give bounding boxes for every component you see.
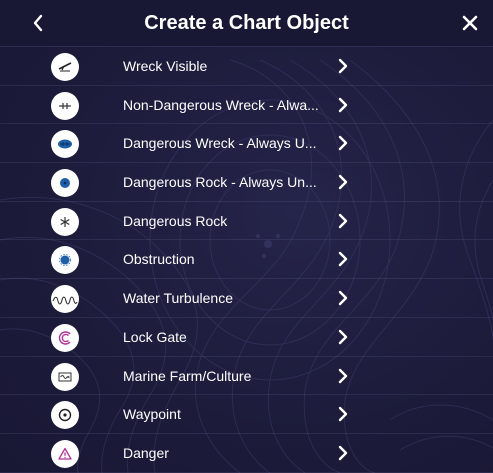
marine-farm-icon (51, 362, 79, 391)
list-item-label: Lock Gate (123, 328, 187, 345)
list-item-dangerous-rock[interactable]: Dangerous Rock (0, 202, 493, 241)
dangerous-rock-icon (51, 207, 79, 236)
list-item-label: Water Turbulence (123, 290, 233, 307)
chevron-right-icon (338, 213, 348, 228)
list-item-label: Marine Farm/Culture (123, 367, 252, 384)
list-item-label: Dangerous Rock (123, 212, 228, 229)
list-item-label: Danger (123, 444, 169, 461)
wreck-visible-icon (51, 53, 79, 81)
close-button[interactable] (450, 0, 490, 46)
lock-gate-icon (51, 323, 79, 352)
close-icon (462, 15, 478, 31)
list-item-non-dangerous-wreck[interactable]: Non-Dangerous Wreck - Alwa... (0, 86, 493, 125)
chevron-right-icon (338, 329, 348, 345)
water-turbulence-icon (51, 285, 79, 314)
list-item-wreck-visible[interactable]: Wreck Visible (0, 47, 493, 86)
list-item-label: Waypoint (123, 406, 181, 423)
obstruction-icon (51, 246, 79, 275)
list-item-danger[interactable]: Danger (0, 434, 493, 473)
dangerous-rock-underwater-icon (51, 169, 79, 198)
list-item-label: Non-Dangerous Wreck - Alwa... (123, 96, 319, 113)
page-title: Create a Chart Object (144, 12, 349, 34)
list-item-obstruction[interactable]: Obstruction (0, 240, 493, 280)
danger-icon (51, 439, 79, 468)
header-bar: Create a Chart Object (0, 0, 493, 47)
chevron-right-icon (338, 58, 348, 74)
chevron-right-icon (338, 290, 348, 306)
list-item-marine-farm[interactable]: Marine Farm/Culture (0, 357, 493, 396)
non-dangerous-wreck-icon (51, 91, 79, 120)
list-item-label: Obstruction (123, 251, 195, 268)
chevron-right-icon (338, 136, 348, 151)
chevron-right-icon (338, 368, 348, 383)
list-item-dangerous-rock-underwater[interactable]: Dangerous Rock - Always Un... (0, 163, 493, 202)
chevron-right-icon (338, 445, 348, 461)
list-item-label: Dangerous Rock - Always Un... (123, 174, 317, 191)
list-item-label: Wreck Visible (123, 58, 208, 74)
waypoint-icon (51, 401, 79, 430)
list-item-dangerous-wreck[interactable]: Dangerous Wreck - Always U... (0, 124, 493, 164)
list-item-lock-gate[interactable]: Lock Gate (0, 318, 493, 357)
chevron-right-icon (338, 252, 348, 267)
list-item-label: Dangerous Wreck - Always U... (123, 135, 317, 152)
chart-object-list: Wreck Visible Non-Dangerous Wreck - Alwa… (0, 47, 493, 473)
list-item-water-turbulence[interactable]: Water Turbulence (0, 279, 493, 318)
chevron-right-icon (338, 406, 348, 422)
list-item-waypoint[interactable]: Waypoint (0, 395, 493, 434)
chevron-right-icon (338, 174, 348, 190)
dangerous-wreck-icon (51, 130, 79, 159)
chart-object-screen: Create a Chart Object Wreck Visible Non-… (0, 0, 493, 473)
chevron-right-icon (338, 97, 348, 112)
